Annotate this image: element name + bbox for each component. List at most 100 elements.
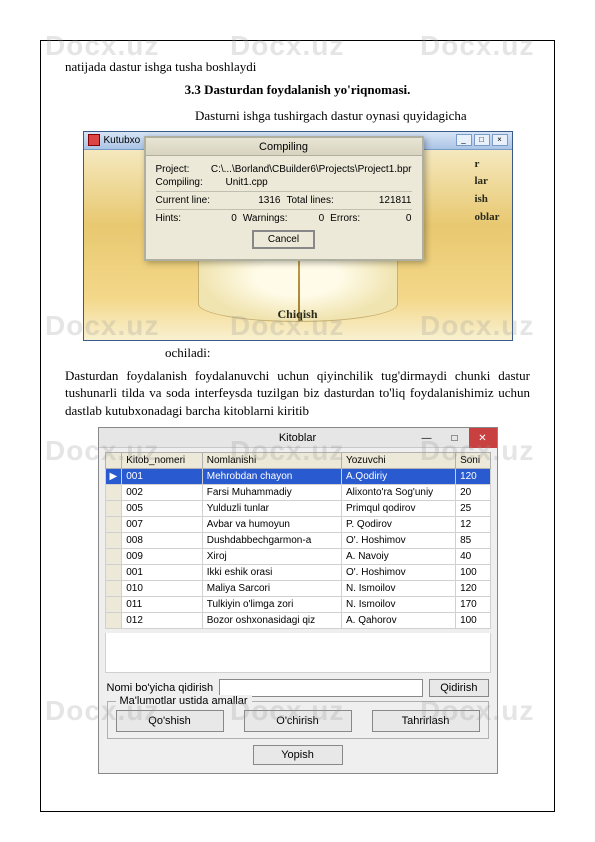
project-value: C:\...\Borland\CBuilder6\Projects\Projec… <box>211 164 412 175</box>
search-button[interactable]: Qidirish <box>429 679 488 697</box>
project-label: Project: <box>156 164 211 175</box>
cell: 002 <box>122 485 203 501</box>
table-row[interactable]: 010Maliya SarcoriN. Ismoilov120 <box>105 581 490 597</box>
col-count[interactable]: Soni <box>456 453 490 469</box>
table-row[interactable]: 012Bozor oshxonasidagi qizA. Qahorov100 <box>105 613 490 629</box>
compiling-label: Compiling: <box>156 177 226 188</box>
section-heading: 3.3 Dasturdan foydalanish yo'riqnomasi. <box>65 82 530 98</box>
window-title: Kutubxo <box>104 135 141 146</box>
table-row[interactable]: 009XirojA. Navoiy40 <box>105 549 490 565</box>
cell: Ikki eshik orasi <box>202 565 341 581</box>
cell: 120 <box>456 581 490 597</box>
cell: 25 <box>456 501 490 517</box>
close-button[interactable]: × <box>492 134 508 146</box>
warnings-label: Warnings: <box>243 213 288 224</box>
body-ochiladi: ochiladi: <box>165 345 530 361</box>
cell: 010 <box>122 581 203 597</box>
cell: 012 <box>122 613 203 629</box>
col-number[interactable]: Kitob_nomeri <box>122 453 203 469</box>
group-legend: Ma'lumotlar ustida amallar <box>116 695 252 707</box>
cell: 85 <box>456 533 490 549</box>
page-frame: natijada dastur ishga tusha boshlaydi 3.… <box>40 40 555 812</box>
cell: Dushdabbechgarmon-a <box>202 533 341 549</box>
cell: Farsi Muhammadiy <box>202 485 341 501</box>
cell: 001 <box>122 469 203 485</box>
table-row[interactable]: ▶001Mehrobdan chayonA.Qodiriy120 <box>105 469 490 485</box>
col-name[interactable]: Nomlanishi <box>202 453 341 469</box>
col-author[interactable]: Yozuvchi <box>341 453 455 469</box>
body-paragraph-2: Dasturdan foydalanish foydalanuvchi uchu… <box>65 367 530 420</box>
hints-value: 0 <box>231 213 237 224</box>
window-titlebar: Kitoblar — □ ✕ <box>99 428 497 448</box>
close-button[interactable]: ✕ <box>469 428 497 448</box>
cell: A.Qodiriy <box>341 469 455 485</box>
cell: 009 <box>122 549 203 565</box>
cell: 40 <box>456 549 490 565</box>
compiling-value: Unit1.cpp <box>226 177 268 188</box>
cell: O'. Hoshimov <box>341 533 455 549</box>
cell: 100 <box>456 613 490 629</box>
cell: N. Ismoilov <box>341 581 455 597</box>
delete-button[interactable]: O'chirish <box>244 710 352 732</box>
cell: 20 <box>456 485 490 501</box>
errors-value: 0 <box>406 213 412 224</box>
cell: Avbar va humoyun <box>202 517 341 533</box>
exit-link[interactable]: Chiqish <box>277 307 317 322</box>
total-lines-value: 121811 <box>379 195 412 206</box>
current-line-label: Current line: <box>156 195 210 206</box>
total-lines-label: Total lines: <box>287 195 334 206</box>
cell: P. Qodirov <box>341 517 455 533</box>
cell: Maliya Sarcori <box>202 581 341 597</box>
minimize-button[interactable]: — <box>413 428 441 448</box>
cell: 007 <box>122 517 203 533</box>
add-button[interactable]: Qo'shish <box>116 710 224 732</box>
errors-label: Errors: <box>330 213 360 224</box>
cell: 120 <box>456 469 490 485</box>
maximize-button[interactable]: □ <box>441 428 469 448</box>
cell: 12 <box>456 517 490 533</box>
cell: A. Qahorov <box>341 613 455 629</box>
cell: Tulkiyin o'limga zori <box>202 597 341 613</box>
maximize-button[interactable]: □ <box>474 134 490 146</box>
cell: O'. Hoshimov <box>341 565 455 581</box>
cell: 011 <box>122 597 203 613</box>
cell: Alixonto'ra Sog'uniy <box>341 485 455 501</box>
warnings-value: 0 <box>319 213 325 224</box>
search-label: Nomi bo'yicha qidirish <box>107 682 214 694</box>
cell: Xiroj <box>202 549 341 565</box>
body-line-1: natijada dastur ishga tusha boshlaydi <box>65 59 530 76</box>
cell: N. Ismoilov <box>341 597 455 613</box>
window-title: Kitoblar <box>279 432 316 444</box>
cell: Yulduzli tunlar <box>202 501 341 517</box>
cell: 005 <box>122 501 203 517</box>
row-marker-header <box>105 453 122 469</box>
cell: Bozor oshxonasidagi qiz <box>202 613 341 629</box>
books-table: Kitob_nomeri Nomlanishi Yozuvchi Soni ▶0… <box>105 452 491 629</box>
cell: A. Navoiy <box>341 549 455 565</box>
table-row[interactable]: 001Ikki eshik orasiO'. Hoshimov100 <box>105 565 490 581</box>
cancel-button[interactable]: Cancel <box>252 230 315 249</box>
cell: Primqul qodirov <box>341 501 455 517</box>
table-row[interactable]: 005Yulduzli tunlarPrimqul qodirov25 <box>105 501 490 517</box>
current-line-value: 1316 <box>258 195 280 206</box>
body-line-2: Dasturni ishga tushirgach dastur oynasi … <box>195 108 530 125</box>
table-row[interactable]: 007Avbar va humoyunP. Qodirov12 <box>105 517 490 533</box>
cell: Mehrobdan chayon <box>202 469 341 485</box>
cell: 100 <box>456 565 490 581</box>
app-icon <box>88 134 100 146</box>
actions-group: Ma'lumotlar ustida amallar Qo'shish O'ch… <box>107 701 489 739</box>
edit-button[interactable]: Tahrirlash <box>372 710 480 732</box>
close-form-button[interactable]: Yopish <box>253 745 343 765</box>
table-empty-area <box>105 633 491 673</box>
table-row[interactable]: 011Tulkiyin o'limga zoriN. Ismoilov170 <box>105 597 490 613</box>
hints-label: Hints: <box>156 213 182 224</box>
dialog-title: Compiling <box>146 138 422 156</box>
cell: 008 <box>122 533 203 549</box>
screenshot-compiling: Kutubxo _ □ × r lar ish oblar Chiqish Co… <box>83 131 513 341</box>
cell: 001 <box>122 565 203 581</box>
table-row[interactable]: 008Dushdabbechgarmon-aO'. Hoshimov85 <box>105 533 490 549</box>
table-row[interactable]: 002Farsi MuhammadiyAlixonto'ra Sog'uniy2… <box>105 485 490 501</box>
cell: 170 <box>456 597 490 613</box>
minimize-button[interactable]: _ <box>456 134 472 146</box>
screenshot-kitoblar: Kitoblar — □ ✕ Kitob_nomeri Nomlanishi Y… <box>98 427 498 774</box>
